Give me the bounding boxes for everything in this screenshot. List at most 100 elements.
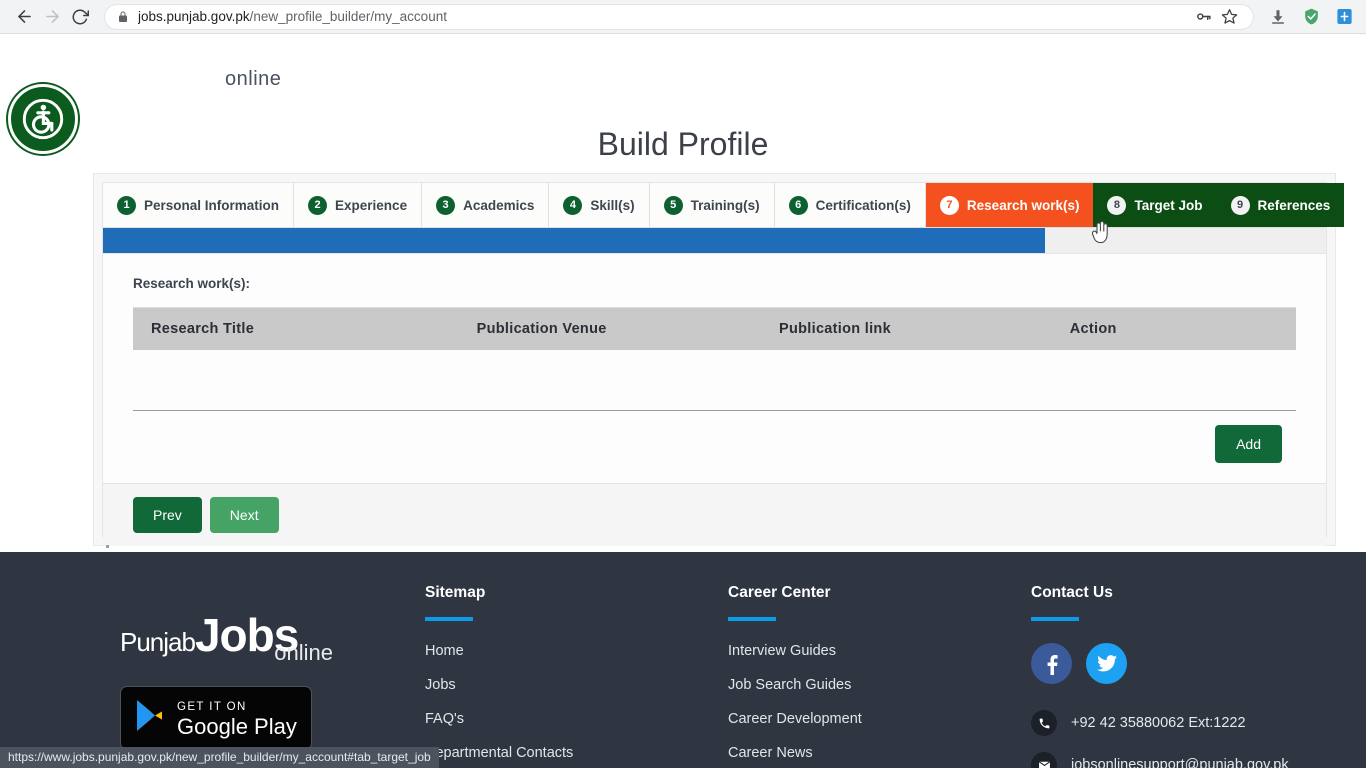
- tab-step-number: 7: [939, 195, 959, 215]
- tab-step-1[interactable]: 1 Personal Information: [103, 183, 295, 227]
- tab-step-number: 9: [1230, 195, 1250, 215]
- twitter-icon[interactable]: [1086, 643, 1127, 684]
- star-icon[interactable]: [1217, 5, 1241, 29]
- section-label: Research work(s):: [133, 276, 251, 291]
- footer-accent-bar: [425, 617, 473, 621]
- contact-phone: +92 42 35880062 Ext:1222: [1031, 710, 1346, 736]
- footer-link[interactable]: Job Search Guides: [728, 677, 1031, 693]
- browser-toolbar: jobs.punjab.gov.pk/new_profile_builder/m…: [0, 0, 1366, 34]
- phone-icon: [1031, 710, 1057, 736]
- google-play-icon: [135, 699, 165, 737]
- footer-link[interactable]: Home: [425, 643, 728, 659]
- reload-icon[interactable]: [66, 3, 94, 31]
- tab-step-label: Skill(s): [590, 197, 635, 213]
- play-badge-small: GET IT ON: [177, 700, 247, 713]
- footer-heading-career: Career Center: [728, 584, 831, 601]
- tab-step-2[interactable]: 2 Experience: [294, 183, 423, 227]
- add-row: Add: [133, 411, 1296, 483]
- add-button[interactable]: Add: [1215, 424, 1282, 463]
- play-badge-big: Google Play: [177, 713, 297, 739]
- tab-step-4[interactable]: 4 Skill(s): [549, 183, 650, 227]
- footer-heading-contact: Contact Us: [1031, 584, 1113, 601]
- footer-link[interactable]: Jobs: [425, 677, 728, 693]
- wheelchair-accessibility-icon[interactable]: [8, 84, 78, 154]
- page-content: online Build Profile 1 Personal Informati…: [0, 34, 1366, 768]
- column-header-publication-venue: Publication Venue: [458, 308, 761, 350]
- header-logo-text: online: [225, 68, 282, 90]
- footer-link[interactable]: Career Development: [728, 711, 1031, 727]
- progress-track: [103, 228, 1326, 254]
- punjab-jobs-logo: PunjabJobs online: [120, 584, 425, 670]
- table-head: Research Title Publication Venue Publica…: [133, 308, 1296, 350]
- footer-career-column: Career Center Interview Guides Job Search…: [728, 584, 1031, 768]
- footer-sitemap-column: Sitemap Home Jobs FAQ's Departmental Contac…: [425, 584, 728, 768]
- extension-icon[interactable]: [1332, 5, 1356, 29]
- footer-career-links: Interview Guides Job Search Guides Career …: [728, 643, 1031, 761]
- lock-icon: [117, 10, 129, 24]
- tab-step-label: Academics: [463, 197, 535, 213]
- column-header-action: Action: [1051, 308, 1296, 350]
- footer-brand-column: PunjabJobs online GET IT ON Google Play: [120, 584, 425, 768]
- footer-link[interactable]: Departmental Contacts: [425, 745, 728, 761]
- address-bar[interactable]: jobs.punjab.gov.pk/new_profile_builder/m…: [104, 3, 1254, 30]
- logo-word-1: PunjabJobs: [120, 609, 299, 661]
- research-works-table: Research Title Publication Venue Publica…: [133, 308, 1296, 411]
- tab-step-6[interactable]: 6 Certification(s): [774, 183, 926, 227]
- build-profile-card: 1 Personal Information 2 Experience 3 Academi…: [102, 182, 1345, 546]
- table-body: [133, 350, 1296, 411]
- footer-contact-column: Contact Us +92 42 35880062 Ext:1222 jobs…: [1031, 584, 1346, 768]
- profile-step-tabs: 1 Personal Information 2 Experience 3 Academi…: [103, 183, 1345, 228]
- download-icon[interactable]: [1266, 5, 1290, 29]
- column-header-research-title: Research Title: [133, 308, 459, 350]
- key-icon[interactable]: [1191, 5, 1215, 29]
- tab-step-number: 4: [563, 195, 583, 215]
- contact-phone-text: +92 42 35880062 Ext:1222: [1071, 715, 1246, 731]
- tab-step-5[interactable]: 5 Training(s): [649, 183, 775, 227]
- next-button[interactable]: Next: [209, 496, 279, 533]
- wizard-nav: Prev Next: [103, 482, 1326, 546]
- footer-link[interactable]: Career News: [728, 745, 1031, 761]
- email-icon: [1031, 752, 1057, 768]
- site-footer: PunjabJobs online GET IT ON Google Play …: [0, 552, 1366, 768]
- social-links: [1031, 643, 1346, 684]
- back-arrow-icon[interactable]: [10, 3, 38, 31]
- facebook-icon[interactable]: [1031, 643, 1072, 684]
- tab-step-number: 5: [663, 195, 683, 215]
- url-path: /new_profile_builder/my_account: [249, 9, 447, 24]
- tab-step-number: 8: [1107, 195, 1127, 215]
- tab-step-label: Certification(s): [815, 197, 911, 213]
- tab-step-number: 2: [308, 195, 328, 215]
- google-play-badge[interactable]: GET IT ON Google Play: [120, 686, 312, 750]
- footer-link[interactable]: FAQ's: [425, 711, 728, 727]
- shield-check-icon[interactable]: [1299, 5, 1323, 29]
- stray-dot: [106, 545, 109, 548]
- footer-link[interactable]: Interview Guides: [728, 643, 1031, 659]
- tab-step-9[interactable]: 9 References: [1216, 183, 1345, 227]
- tab-step-number: 6: [788, 195, 808, 215]
- footer-grid: PunjabJobs online GET IT ON Google Play …: [0, 584, 1366, 768]
- omnibox-actions: [1181, 5, 1241, 29]
- prev-button[interactable]: Prev: [133, 496, 202, 533]
- tab-step-3[interactable]: 3 Academics: [422, 183, 550, 227]
- tab-step-label: Training(s): [690, 197, 760, 213]
- browser-status-bar: https://www.jobs.punjab.gov.pk/new_profi…: [0, 747, 439, 768]
- tab-step-7[interactable]: 7 Research work(s): [925, 183, 1094, 227]
- contact-email-text: jobsonlinesupport@punjab.gov.pk: [1071, 757, 1289, 768]
- contact-email: jobsonlinesupport@punjab.gov.pk: [1031, 752, 1346, 768]
- google-play-text: GET IT ON Google Play: [177, 698, 297, 739]
- footer-sitemap-links: Home Jobs FAQ's Departmental Contacts: [425, 643, 728, 761]
- build-profile-container: 1 Personal Information 2 Experience 3 Academi…: [93, 173, 1345, 546]
- footer-accent-bar: [1031, 617, 1079, 621]
- table-empty-row: [133, 350, 1296, 411]
- tab-step-label: References: [1257, 197, 1331, 213]
- tab-step-label: Research work(s): [966, 197, 1080, 213]
- page-title: Build Profile: [597, 126, 769, 162]
- tab-step-number: 1: [117, 195, 136, 215]
- research-works-panel: Research work(s): Research Title Publica…: [103, 254, 1326, 483]
- url-text: jobs.punjab.gov.pk/new_profile_builder/m…: [138, 9, 447, 24]
- logo-word-3: online: [274, 640, 333, 665]
- tab-step-label: Experience: [335, 197, 408, 213]
- table-empty-cell: [133, 350, 1296, 411]
- tab-step-label: Personal Information: [144, 197, 280, 213]
- footer-accent-bar: [728, 617, 776, 621]
